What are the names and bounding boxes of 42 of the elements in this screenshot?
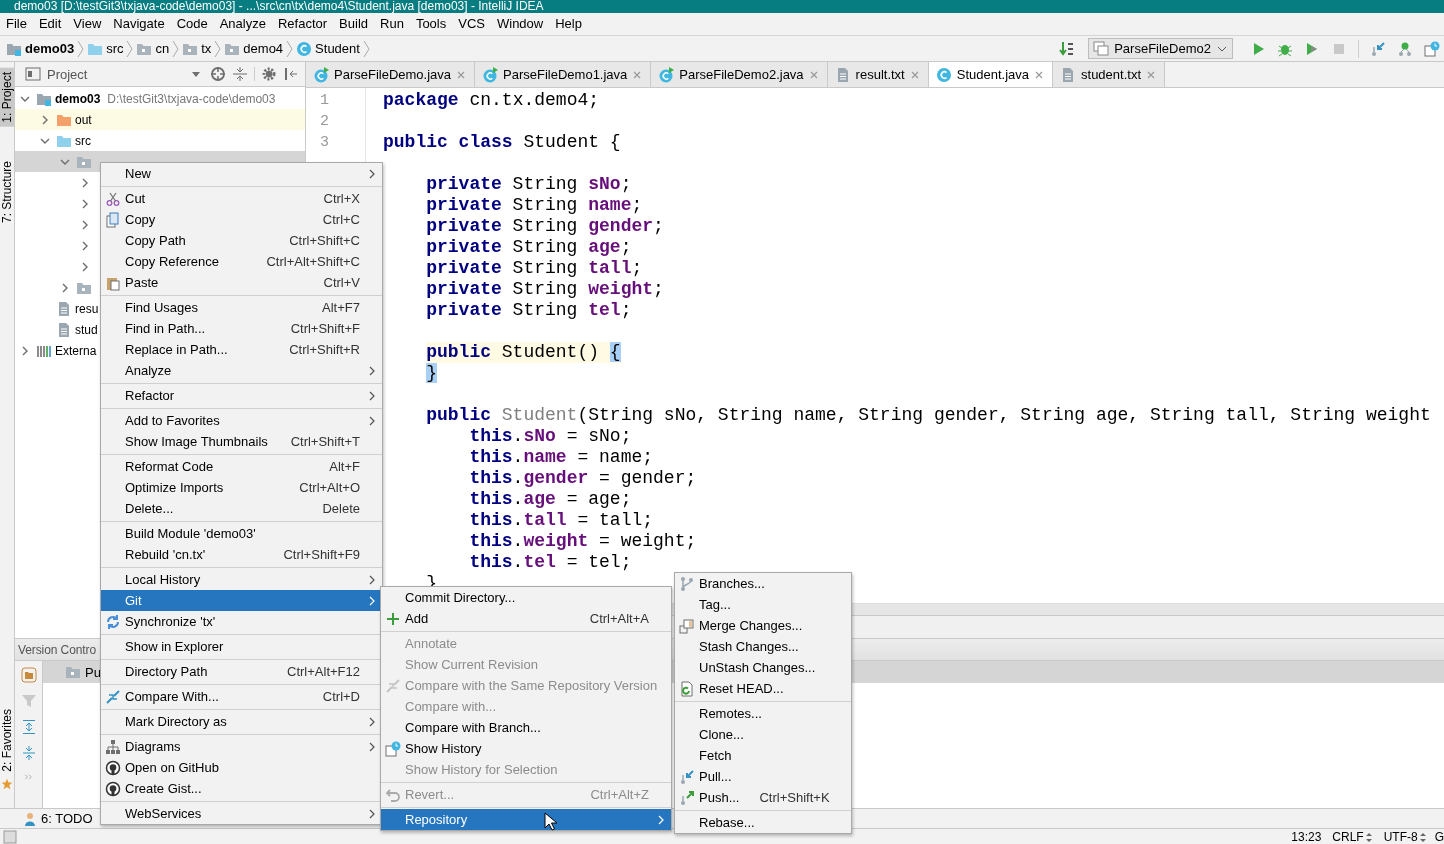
- shortcut-label: Ctrl+Shift+K: [759, 790, 831, 805]
- code-line: private String name;: [426, 195, 643, 216]
- code-line: private String age;: [426, 237, 632, 258]
- shortcut-label: Ctrl+Alt+Shift+C: [266, 254, 361, 269]
- code-line: this.name = name;: [469, 447, 654, 468]
- shortcut-label: Ctrl+D: [322, 689, 361, 704]
- code-line: private String sNo;: [426, 174, 632, 195]
- shortcut-label: Ctrl+Shift+C: [289, 233, 361, 248]
- code-line: this.weight = weight;: [469, 531, 697, 552]
- code-line: package cn.tx.demo4;: [383, 90, 600, 111]
- shortcut-label: Ctrl+Shift+R: [289, 342, 361, 357]
- line-number: 1: [320, 91, 330, 111]
- line-number: 2: [320, 112, 330, 132]
- panel-title: Version Contro: [18, 642, 96, 657]
- shortcut-label: Ctrl+V: [323, 275, 361, 290]
- shortcut-label: Ctrl+X: [323, 191, 361, 206]
- code-line: this.tel = tel;: [469, 552, 632, 573]
- code-line: this.sNo = sNo;: [469, 426, 632, 447]
- path-label: D:\testGit3\txjava-code\demo03: [107, 91, 276, 106]
- window-title: demo03 [D:\testGit3\txjava-code\demo03] - ...\src\cn\tx\demo4\Student.java [demo03] - IntelliJ IDEA: [13, 0, 545, 13]
- code-line: this.age = age;: [469, 489, 632, 510]
- shortcut-label: Alt+F7: [322, 300, 361, 315]
- shortcut-label: Ctrl+Alt+F12: [287, 664, 361, 679]
- shortcut-label: Ctrl+Alt+A: [589, 611, 650, 626]
- code-line: private String tel;: [426, 300, 632, 321]
- shortcut-label: Ctrl+Shift+T: [290, 434, 361, 449]
- code-line: this.gender = gender;: [469, 468, 697, 489]
- shortcut-label: Ctrl+Alt+O: [299, 480, 361, 495]
- code-line: private String tall;: [426, 258, 643, 279]
- shortcut-label: Ctrl+C: [322, 212, 361, 227]
- panel-title: Project: [47, 66, 89, 82]
- shortcut-label: Delete: [322, 501, 361, 516]
- shortcut-label: Ctrl+Shift+F: [290, 321, 361, 336]
- line-number: 3: [320, 133, 330, 153]
- shortcut-label: Ctrl+Alt+Z: [590, 787, 650, 802]
- code-line: this.tall = tall;: [469, 510, 654, 531]
- code-line: private String weight;: [426, 279, 664, 300]
- shortcut-label: Alt+F: [329, 459, 361, 474]
- shortcut-label: Ctrl+Shift+F9: [283, 547, 361, 562]
- code-line: private String gender;: [426, 216, 664, 237]
- code-line: public Student(String sNo, String name, String gender, String age, String tall, String weight: [426, 405, 1431, 426]
- code-line: public class Student {: [383, 132, 621, 153]
